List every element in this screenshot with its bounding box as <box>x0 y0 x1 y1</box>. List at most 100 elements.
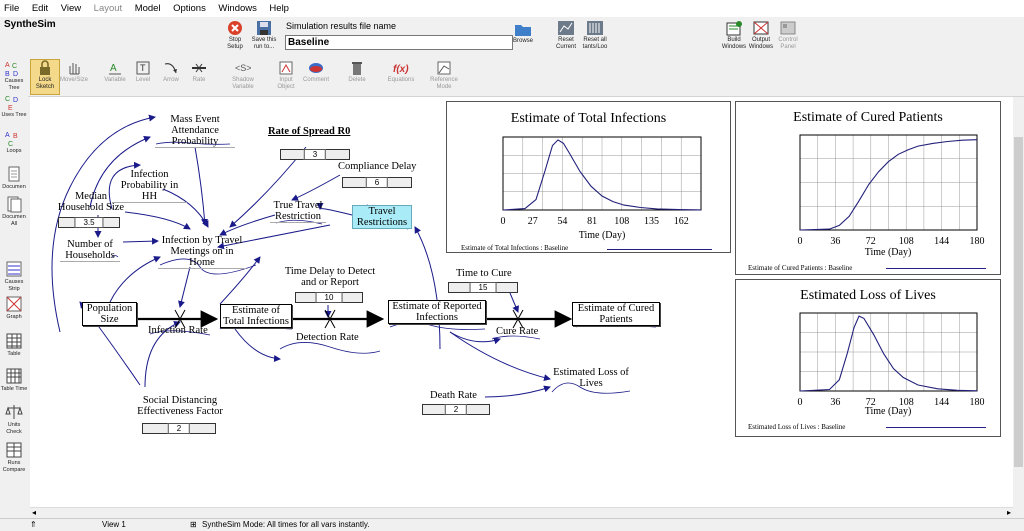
uses-tree-icon: C DE <box>5 96 18 111</box>
graph-button[interactable]: Graph <box>0 295 28 321</box>
save-run-button[interactable]: Save this run to... <box>249 20 279 51</box>
delete-button[interactable]: Delete <box>344 60 370 84</box>
infection-travel-var[interactable]: Infection by Travel Meetings on in Home <box>158 235 246 269</box>
equations-button[interactable]: f(x) Equations <box>386 60 416 84</box>
model-canvas[interactable]: Mass Event Attendance Probability Rate o… <box>30 97 1013 507</box>
x-tick-label: 0 <box>501 216 506 227</box>
table-button[interactable]: Table <box>0 332 28 358</box>
time-delay-slider[interactable]: 10 <box>295 292 363 303</box>
chart-panel-loss-of-lives[interactable]: Estimated Loss of Lives 0 36 72 108 144 180 T… <box>735 279 1001 437</box>
rate-button[interactable]: Rate <box>186 60 212 84</box>
menu-layout[interactable]: Layout <box>90 0 129 14</box>
output-windows-button[interactable]: Output Windows <box>748 20 774 51</box>
menu-file[interactable]: File <box>0 0 25 14</box>
death-rate-slider[interactable]: 2 <box>422 404 490 415</box>
browse-label: Browse <box>512 38 533 44</box>
lock-sketch-label: Lock Sketch <box>35 77 55 90</box>
menu-model[interactable]: Model <box>131 0 167 14</box>
scroll-right-icon[interactable]: ▸ <box>1007 508 1011 517</box>
median-household-var[interactable]: Median Household Size <box>52 191 130 213</box>
median-household-slider[interactable]: 3.5 <box>58 217 120 228</box>
causes-strip-icon <box>6 261 22 277</box>
browse-button[interactable]: Browse <box>510 21 536 45</box>
control-panel-button[interactable]: Control Panel <box>775 20 801 51</box>
vertical-scrollbar[interactable] <box>1013 97 1024 518</box>
arrow-button[interactable]: Arrow <box>158 60 184 84</box>
estimate-reported-infections-level[interactable]: Estimate of Reported Infections <box>388 300 486 324</box>
estimate-total-infections-level[interactable]: Estimate of Total Infections <box>220 304 292 328</box>
svg-text:<S>: <S> <box>235 63 251 73</box>
runs-compare-label: Runs Compare <box>2 460 26 473</box>
arrow-cure-time-to-rate <box>509 292 519 313</box>
reference-mode-button[interactable]: Reference Mode <box>428 60 460 91</box>
document-all-button[interactable]: Documen All <box>0 195 28 227</box>
cure-rate-var[interactable]: Cure Rate <box>496 326 538 337</box>
legend-line <box>607 249 712 250</box>
arrow-death-to-loss <box>484 385 551 398</box>
lock-sketch-button[interactable]: Lock Sketch <box>30 59 60 95</box>
table-time-button[interactable]: Table Time <box>0 367 28 393</box>
time-to-cure-slider[interactable]: 15 <box>448 282 518 293</box>
reset-all-button[interactable]: Reset all tants/Loo <box>580 20 610 51</box>
social-distancing-var[interactable]: Social Distancing Effectiveness Factor <box>125 395 235 417</box>
level-button[interactable]: T Level <box>130 60 156 84</box>
equations-label: Equations <box>387 77 415 83</box>
time-delay-var[interactable]: Time Delay to Detect and or Report <box>276 266 384 288</box>
travel-restrictions-var[interactable]: Travel Restrictions <box>352 205 412 229</box>
stop-setup-button[interactable]: Stop Setup <box>221 20 249 51</box>
number-households-var[interactable]: Number of Households <box>60 239 120 262</box>
time-delay-value: 10 <box>315 292 343 303</box>
document-all-icon <box>7 196 22 213</box>
build-windows-button[interactable]: Build Windows <box>721 20 747 51</box>
mode-toggle-icon[interactable]: ⊞ <box>190 520 197 529</box>
comment-button[interactable]: Comment <box>301 60 331 84</box>
results-file-input[interactable] <box>285 35 513 50</box>
menu-options[interactable]: Options <box>169 0 212 14</box>
document-button[interactable]: Documen <box>0 165 28 191</box>
save-run-label: Save this run to... <box>251 37 277 50</box>
chart-panel-cured-patients[interactable]: Estimate of Cured Patients 0 36 72 108 144 18… <box>735 101 1001 275</box>
detection-rate-var[interactable]: Detection Rate <box>296 332 359 343</box>
output-windows-label: Output Windows <box>748 37 774 50</box>
mass-event-var[interactable]: Mass Event Attendance Probability <box>155 114 235 148</box>
infection-rate-var[interactable]: Infection Rate <box>148 325 208 336</box>
social-distancing-slider[interactable]: 2 <box>142 423 216 434</box>
reset-current-icon <box>558 21 574 35</box>
vertical-scroll-thumb[interactable] <box>1014 137 1023 467</box>
menu-view[interactable]: View <box>57 0 87 14</box>
shadow-variable-button[interactable]: <S> Shadow Variable <box>228 60 258 91</box>
estimate-cured-patients-level[interactable]: Estimate of Cured Patients <box>572 302 660 326</box>
menu-windows[interactable]: Windows <box>214 0 263 14</box>
units-check-button[interactable]: Units Check <box>0 403 28 435</box>
file-name-label: Simulation results file name <box>286 21 397 31</box>
build-windows-label: Build Windows <box>721 37 747 50</box>
causes-tree-button[interactable]: A C B D Causes Tree <box>0 59 28 91</box>
runs-compare-button[interactable]: Runs Compare <box>0 441 28 473</box>
causes-strip-button[interactable]: Causes Strip <box>0 260 28 292</box>
page-up-icon[interactable]: ⇑ <box>30 520 37 529</box>
uses-tree-button[interactable]: C D E Uses Tree <box>0 93 28 119</box>
analysis-sidebar: A C B D Causes Tree C D E Uses Tree A B C Loops Do… <box>0 57 28 530</box>
chart-panel-total-infections[interactable]: Estimate of Total Infections 0 27 54 81 108 1… <box>446 101 731 253</box>
trash-icon <box>352 62 362 75</box>
rate-of-spread-var[interactable]: Rate of Spread R0 <box>268 126 350 137</box>
x-tick-label: 81 <box>587 216 597 227</box>
move-size-button[interactable]: Move/Size <box>60 60 88 84</box>
time-to-cure-var[interactable]: Time to Cure <box>456 268 512 279</box>
menu-help[interactable]: Help <box>265 0 295 14</box>
view-name[interactable]: View 1 <box>102 520 126 529</box>
scroll-left-icon[interactable]: ◂ <box>32 508 36 517</box>
reset-current-button[interactable]: Reset Current <box>553 20 579 51</box>
variable-button[interactable]: A Variable <box>102 60 128 84</box>
compliance-delay-var[interactable]: Compliance Delay <box>338 161 416 172</box>
rate-of-spread-slider[interactable]: 3 <box>280 149 350 160</box>
x-tick-label: 108 <box>614 216 629 227</box>
loops-button[interactable]: A B C Loops <box>0 129 28 155</box>
population-size-level[interactable]: Population Size <box>82 302 137 326</box>
estimated-loss-var[interactable]: Estimated Loss of Lives <box>548 367 634 389</box>
true-travel-var[interactable]: True Travel Restriction <box>270 200 326 223</box>
death-rate-var[interactable]: Death Rate <box>430 390 477 401</box>
input-object-button[interactable]: Input Object <box>272 60 300 91</box>
menu-edit[interactable]: Edit <box>28 0 54 14</box>
compliance-delay-slider[interactable]: 6 <box>342 177 412 188</box>
